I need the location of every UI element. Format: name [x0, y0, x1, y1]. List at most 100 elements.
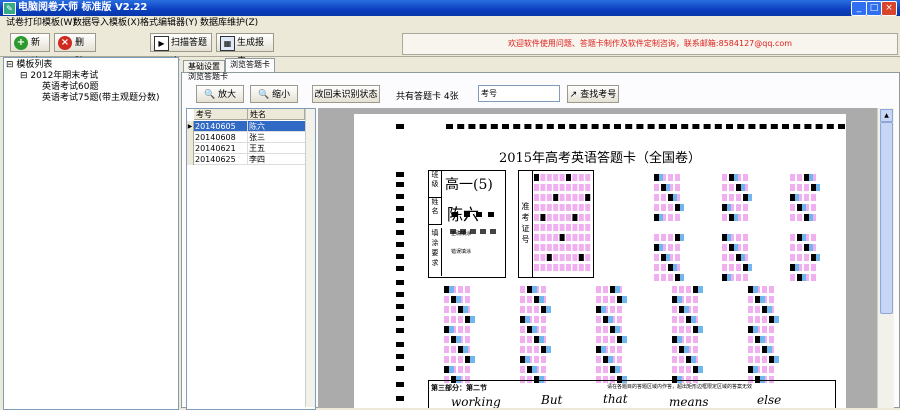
viewer-scrollbar[interactable]: ▲: [877, 108, 894, 408]
timing-mark: [396, 266, 404, 271]
table-row[interactable]: 20140608 张三: [187, 132, 305, 143]
timing-mark: [396, 304, 404, 309]
tab-browse-sheets[interactable]: 浏览答题卡: [225, 58, 275, 73]
bubble: [736, 204, 741, 211]
table-row[interactable]: ▶ 20140605 陈六: [187, 121, 305, 132]
close-button[interactable]: ×: [881, 1, 897, 16]
recognized-mark: [760, 336, 765, 343]
table-row[interactable]: 20140625 李四: [187, 154, 305, 165]
timing-mark: [546, 124, 554, 129]
timing-mark: [692, 124, 700, 129]
bubble: [444, 346, 449, 353]
table-scrollbar[interactable]: [305, 109, 315, 407]
menu-import-template[interactable]: 数据导入模板(X): [73, 17, 140, 29]
bubble: [465, 336, 470, 343]
recognized-mark: [673, 264, 677, 271]
exam-id-label: 准考证号: [519, 171, 533, 277]
bubble: [668, 234, 673, 241]
answer-sheet-viewer[interactable]: 2015年高考英语答题卡（全国卷） 班级 姓名 高一(5) 陈六 填涂要求 正确…: [318, 108, 894, 408]
bubble: [458, 316, 463, 323]
contact-notice: 欢迎软件使用问题、答题卡制作及软件定制咨询，联系邮箱:8584127@qq.co…: [402, 33, 898, 55]
bubble: [603, 296, 608, 303]
recognized-mark: [456, 296, 461, 303]
timing-mark: [535, 124, 543, 129]
filled-bubble: [790, 194, 795, 201]
class-written: 高一(5): [445, 177, 493, 193]
filled-bubble: [790, 264, 795, 271]
bubble: [790, 174, 795, 181]
class-label: 班级: [429, 171, 442, 198]
bubble: [534, 346, 539, 353]
recognized-mark: [698, 286, 703, 293]
menu-print-template[interactable]: 试卷打印模板(W): [6, 17, 76, 29]
timing-mark: [468, 124, 476, 129]
bubble: [755, 356, 760, 363]
recognized-mark: [532, 286, 537, 293]
bubble: [769, 286, 774, 293]
recognized-mark: [546, 306, 551, 313]
menu-db-maintenance[interactable]: 数据库维护(Z): [200, 17, 258, 29]
recognized-mark: [525, 316, 530, 323]
timing-mark: [580, 124, 588, 129]
bubble: [541, 326, 546, 333]
zoom-in-button[interactable]: 🔍 放大: [196, 85, 244, 103]
recognized-mark: [680, 274, 684, 281]
exam-id-input[interactable]: 考号: [478, 85, 560, 102]
bubble: [458, 366, 463, 373]
tree-item-english60[interactable]: 英语考试60题: [42, 82, 98, 93]
bubble: [520, 366, 525, 373]
new-button[interactable]: + 新建: [10, 33, 50, 67]
bubble: [736, 274, 741, 281]
find-exam-id-button[interactable]: ↗ 查找考号: [567, 85, 619, 103]
recognized-mark: [816, 254, 820, 261]
filled-bubble: [722, 234, 727, 241]
scan-answer-sheet-button[interactable]: ▶ 扫描答题卡: [150, 33, 212, 67]
bubble: [596, 356, 601, 363]
bubble: [769, 366, 774, 373]
recognized-mark: [727, 274, 731, 281]
table-row[interactable]: 20140621 王五: [187, 143, 305, 154]
tree-node-exam[interactable]: ⊟ 2012年期末考试: [20, 71, 98, 82]
column-header-name[interactable]: 姓名: [248, 109, 305, 120]
maximize-button[interactable]: □: [866, 1, 882, 16]
report-icon: ▦: [220, 36, 235, 51]
sheet-title: 2015年高考英语答题卡（全国卷）: [498, 151, 702, 166]
bubble: [654, 204, 659, 211]
bubble: [617, 356, 622, 363]
reset-unrecognized-button[interactable]: 改回未识别状态: [312, 85, 380, 103]
scroll-up-icon[interactable]: ▲: [880, 109, 893, 122]
zoom-out-button[interactable]: 🔍 缩小: [250, 85, 298, 103]
generate-report-button[interactable]: ▦ 生成报表: [216, 33, 274, 67]
bubble: [679, 366, 684, 373]
tree-item-english75[interactable]: 英语考试75题(带主观题分数): [42, 93, 159, 104]
timing-mark: [602, 124, 610, 129]
bubble: [769, 296, 774, 303]
section3-title: 第三部分：第二节: [431, 384, 487, 392]
menu-format-editor[interactable]: 格式编辑器(Y): [140, 17, 198, 29]
bubble: [541, 316, 546, 323]
scroll-thumb[interactable]: [880, 122, 893, 314]
timing-mark: [490, 124, 498, 129]
tree-root[interactable]: ⊟ 模板列表: [6, 60, 52, 71]
bubble: [762, 366, 767, 373]
recognized-mark: [698, 366, 703, 373]
bubble: [654, 274, 659, 281]
filled-bubble: [465, 316, 470, 323]
delete-button[interactable]: × 删除: [54, 33, 96, 67]
bubble: [527, 336, 532, 343]
bubble: [797, 184, 802, 191]
recognized-mark: [666, 254, 670, 261]
timing-mark: [759, 124, 767, 129]
bubble: [596, 316, 601, 323]
bubble: [444, 296, 449, 303]
bubble: [668, 214, 673, 221]
filled-bubble: [693, 286, 698, 293]
menu-bar: 试卷打印模板(W) 数据导入模板(X) 格式编辑器(Y) 数据库维护(Z): [0, 16, 900, 30]
column-header-id[interactable]: 考号: [194, 109, 248, 120]
bubble: [596, 336, 601, 343]
minimize-button[interactable]: _: [851, 1, 867, 16]
filled-bubble: [804, 244, 809, 251]
recognized-mark: [741, 184, 745, 191]
timing-mark: [714, 124, 722, 129]
bubble: [465, 296, 470, 303]
